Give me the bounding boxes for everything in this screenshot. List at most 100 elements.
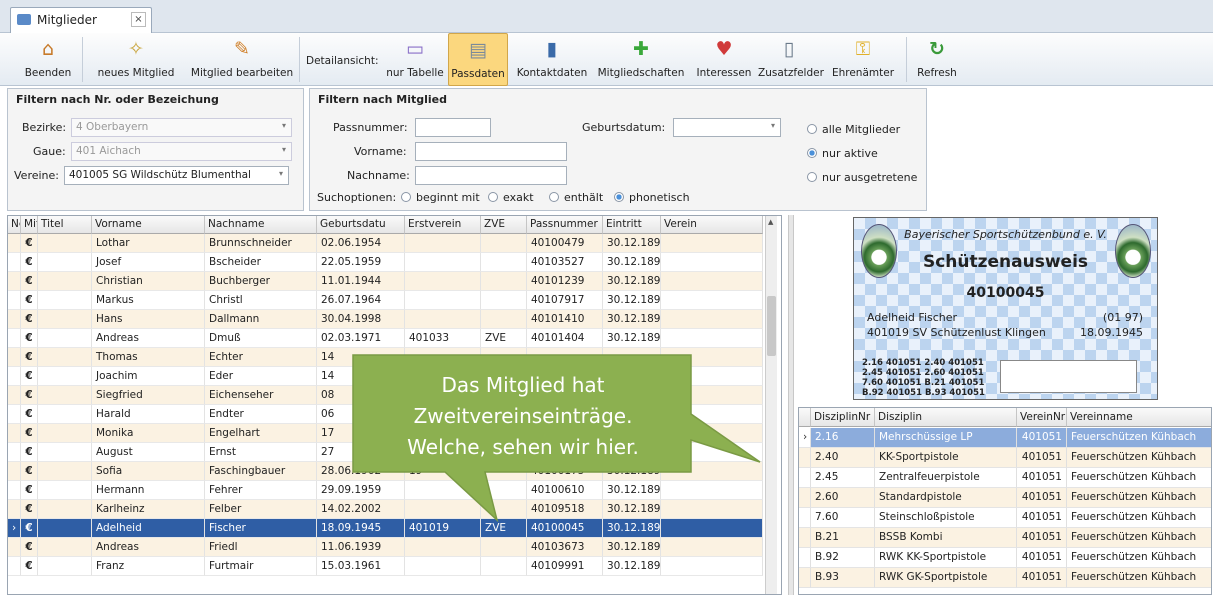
- list-item[interactable]: 2.45 Zentralfeuerpistole 401051 Feuerschütz…: [799, 468, 1211, 488]
- nur-tabelle-button[interactable]: ▭ nur Tabelle: [385, 33, 445, 86]
- column-header[interactable]: VereinNr: [1017, 408, 1067, 427]
- callout-line: Welche, sehen wir hier.: [407, 435, 639, 459]
- table-row[interactable]: € Lothar Brunnschneider 02.06.1954 40100479 3…: [8, 234, 776, 253]
- list-item[interactable]: 2.40 KK-Sportpistole 401051 Feuerschützen K…: [799, 448, 1211, 468]
- list-item[interactable]: B.21 BSSB Kombi 401051 Feuerschützen Kühbac…: [799, 528, 1211, 548]
- column-header[interactable]: Nachname: [205, 216, 317, 234]
- pass-card: Bayerischer Sportschützenbund e. V. Schü…: [853, 217, 1158, 400]
- table-row[interactable]: € Thomas Echter 14: [8, 348, 776, 367]
- table-cell: 40100045: [527, 519, 603, 538]
- gaue-select[interactable]: 401 Aichach ▾: [71, 142, 292, 161]
- bezirke-select[interactable]: 4 Oberbayern ▾: [71, 118, 292, 137]
- column-header[interactable]: Disziplin: [875, 408, 1017, 427]
- table-cell: [661, 557, 763, 576]
- column-header[interactable]: Eintritt: [603, 216, 661, 234]
- table-cell: 40103527: [527, 253, 603, 272]
- nachname-input[interactable]: [415, 166, 567, 185]
- table-cell: [481, 291, 527, 310]
- table-cell: [8, 234, 21, 253]
- radio-checked-icon: [807, 148, 817, 158]
- list-item[interactable]: B.93 RWK GK-Sportpistole 401051 Feuerschütz…: [799, 568, 1211, 588]
- table-cell: Engelhart: [205, 424, 317, 443]
- column-header[interactable]: DisziplinNr: [811, 408, 875, 427]
- members-icon: [17, 14, 31, 25]
- table-row[interactable]: € Markus Christl 26.07.1964 40107917 30.12.18…: [8, 291, 776, 310]
- list-item[interactable]: › 2.16 Mehrschüssige LP 401051 Feuerschützen…: [799, 428, 1211, 448]
- interessen-button[interactable]: ♥ Interessen: [692, 33, 756, 86]
- column-header[interactable]: ZVE: [481, 216, 527, 234]
- beginnt-mit-label: beginnt mit: [416, 191, 480, 204]
- table-row[interactable]: € Hermann Fehrer 29.09.1959 40100610 30.12.18…: [8, 481, 776, 500]
- scroll-up-icon[interactable]: ▲: [768, 218, 773, 226]
- table-row[interactable]: › € Adelheid Fischer 18.09.1945 401019 ZVE 4010…: [8, 519, 776, 538]
- list-item[interactable]: 7.60 Steinschloßpistole 401051 Feuerschütze…: [799, 508, 1211, 528]
- close-tab-button[interactable]: ×: [131, 12, 146, 27]
- table-cell: 40101239: [527, 272, 603, 291]
- table-row[interactable]: € Christian Buchberger 11.01.1944 40101239 30…: [8, 272, 776, 291]
- panel-splitter[interactable]: [788, 215, 794, 595]
- tab-mitglieder[interactable]: Mitglieder ×: [10, 7, 152, 34]
- euro-icon: €: [21, 348, 38, 367]
- euro-icon: €: [21, 386, 38, 405]
- table-cell: Feuerschützen Kühbach: [1067, 548, 1211, 568]
- euro-icon: €: [21, 424, 38, 443]
- list-item[interactable]: B.92 RWK KK-Sportpistole 401051 Feuerschütz…: [799, 548, 1211, 568]
- radio-nur-aktive[interactable]: nur aktive: [807, 147, 878, 160]
- vertical-scrollbar[interactable]: ▲: [765, 216, 777, 594]
- column-header[interactable]: Geburtsdatu: [317, 216, 405, 234]
- beenden-button[interactable]: ⌂ Beenden: [18, 33, 78, 86]
- scroll-thumb[interactable]: [767, 296, 776, 356]
- radio-phonetisch[interactable]: phonetisch: [614, 191, 690, 204]
- radio-icon: [807, 172, 817, 182]
- neues-mitglied-button[interactable]: ✧ neues Mitglied: [88, 33, 184, 86]
- column-header[interactable]: Passnummer: [527, 216, 603, 234]
- table-row[interactable]: € Franz Furtmair 15.03.1961 40109991 30.12.18…: [8, 557, 776, 576]
- zusatzfelder-button[interactable]: ▯ Zusatzfelder: [758, 33, 824, 86]
- ehrenaemter-button[interactable]: ⚿ Ehrenämter: [825, 33, 901, 86]
- kontaktdaten-button[interactable]: ▮ Kontaktdaten: [514, 33, 590, 86]
- table-cell: [8, 405, 21, 424]
- table-cell: [661, 538, 763, 557]
- table-cell: Siegfried: [92, 386, 205, 405]
- mitglied-bearbeiten-button[interactable]: ✎ Mitglied bearbeiten: [190, 33, 294, 86]
- table-row[interactable]: € Hans Dallmann 30.04.1998 40101410 30.12.189…: [8, 310, 776, 329]
- column-header[interactable]: Mitg: [21, 216, 38, 234]
- passdaten-button[interactable]: ▤ Passdaten: [448, 33, 508, 86]
- column-header[interactable]: Titel: [38, 216, 92, 234]
- key-icon: ⚿: [855, 38, 871, 60]
- table-row[interactable]: € Andreas Dmuß 02.03.1971 401033 ZVE 40101404 3…: [8, 329, 776, 348]
- table-row[interactable]: € Sofia Faschingbauer 28.06.1962 19 40100175 3…: [8, 462, 776, 481]
- table-cell: 401019: [405, 519, 481, 538]
- column-header[interactable]: Vereinname: [1067, 408, 1211, 427]
- vorname-input[interactable]: [415, 142, 567, 161]
- radio-beginnt-mit[interactable]: beginnt mit: [401, 191, 480, 204]
- mitgliedschaften-button[interactable]: ✚ Mitgliedschaften: [594, 33, 688, 86]
- refresh-button[interactable]: ↻ Refresh: [912, 33, 962, 86]
- radio-checked-icon: [614, 192, 624, 202]
- passnummer-input[interactable]: [415, 118, 491, 137]
- column-header[interactable]: Erstverein: [405, 216, 481, 234]
- table-row[interactable]: € Josef Bscheider 22.05.1959 40103527 30.12.1…: [8, 253, 776, 272]
- geburtsdatum-picker[interactable]: ▾: [673, 118, 781, 137]
- table-row[interactable]: € Andreas Friedl 11.06.1939 40103673 30.12.18…: [8, 538, 776, 557]
- table-cell: 26.07.1964: [317, 291, 405, 310]
- column-header[interactable]: Vorname: [92, 216, 205, 234]
- radio-exakt[interactable]: exakt: [488, 191, 534, 204]
- table-cell: 401051: [1017, 548, 1067, 568]
- column-header[interactable]: Verein: [661, 216, 763, 234]
- euro-icon: €: [21, 310, 38, 329]
- table-cell: KK-Sportpistole: [875, 448, 1017, 468]
- table-cell: [38, 234, 92, 253]
- column-header[interactable]: Neu: [8, 216, 21, 234]
- euro-icon: €: [21, 367, 38, 386]
- table-cell: [661, 329, 763, 348]
- radio-enthaelt[interactable]: enthält: [549, 191, 603, 204]
- column-header[interactable]: [799, 408, 811, 427]
- table-row[interactable]: € Karlheinz Felber 14.02.2002 40109518 30.12.…: [8, 500, 776, 519]
- table-cell: 401051: [1017, 448, 1067, 468]
- vereine-select[interactable]: 401005 SG Wildschütz Blumenthal ▾: [64, 166, 289, 185]
- table-cell: Karlheinz: [92, 500, 205, 519]
- radio-nur-ausgetretene[interactable]: nur ausgetretene: [807, 171, 917, 184]
- radio-alle-mitglieder[interactable]: alle Mitglieder: [807, 123, 900, 136]
- list-item[interactable]: 2.60 Standardpistole 401051 Feuerschützen K…: [799, 488, 1211, 508]
